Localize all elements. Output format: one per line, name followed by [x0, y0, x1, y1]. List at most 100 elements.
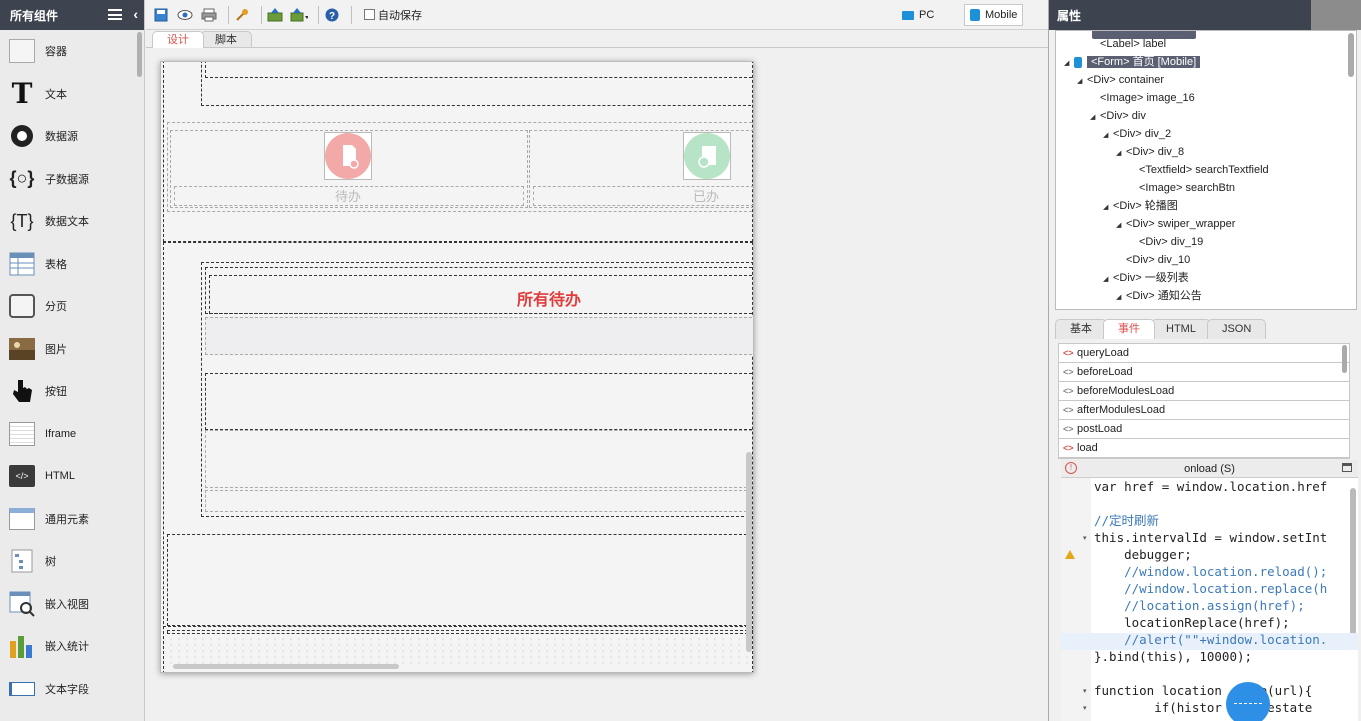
tree-node[interactable]: ◢ <Div> swiper_wrapper	[1056, 215, 1356, 233]
html-icon: </>	[8, 462, 36, 490]
fold-icon[interactable]: ▾	[1083, 687, 1087, 695]
palette-item-15[interactable]: 嵌入统计	[0, 625, 144, 668]
code-line: //window.location.reload();	[1094, 564, 1328, 579]
preview-eye-icon[interactable]	[176, 6, 194, 24]
tree-scrollbar[interactable]	[1348, 33, 1354, 77]
palette-item-1[interactable]: 容器	[0, 30, 144, 73]
bottom-bar-line	[167, 630, 753, 634]
event-row[interactable]: <> beforeModulesLoad	[1059, 382, 1349, 401]
editor-title: onload (S)	[1184, 462, 1235, 475]
tree-node[interactable]: ◢ <Div> div_8	[1056, 143, 1356, 161]
tree-node[interactable]: ◢ <Div> div	[1056, 107, 1356, 125]
pending-item-3[interactable]	[205, 490, 753, 512]
tree-node[interactable]: ◢ <Div> div_2	[1056, 125, 1356, 143]
event-row[interactable]: <> postLoad	[1059, 420, 1349, 439]
done-image[interactable]	[683, 132, 731, 180]
key-icon[interactable]	[233, 6, 251, 24]
checkbox-box[interactable]	[364, 9, 375, 20]
properties-header: 属性	[1049, 0, 1361, 30]
event-row[interactable]: <> afterModulesLoad	[1059, 401, 1349, 420]
script-editor-header: ! onload (S)	[1061, 460, 1358, 478]
bottom-bar-grid	[167, 636, 753, 666]
save-icon[interactable]	[152, 6, 170, 24]
palette-item-9[interactable]: 按钮	[0, 370, 144, 413]
mobile-mode-button[interactable]: Mobile	[964, 4, 1024, 26]
tree-node[interactable]: <Label> label	[1056, 35, 1356, 53]
pending-item-2[interactable]	[205, 430, 753, 488]
import-icon[interactable]	[266, 6, 284, 24]
code-line: //location.assign(href);	[1094, 598, 1305, 613]
footer-div[interactable]	[167, 534, 753, 626]
palette-item-10[interactable]: Iframe	[0, 413, 144, 456]
tree-node[interactable]: <Textfield> searchTextfield	[1056, 161, 1356, 179]
todo-image[interactable]	[324, 132, 372, 180]
palette-item-13[interactable]: 树	[0, 540, 144, 583]
floating-assistant-button[interactable]	[1226, 682, 1270, 721]
canvas-vertical-scrollbar[interactable]	[746, 452, 752, 652]
tab-prop-1[interactable]: 基本	[1055, 319, 1107, 339]
pending-item-1[interactable]	[205, 373, 753, 430]
done-icon	[684, 133, 730, 179]
tree-node-label: <Div> div_8	[1126, 146, 1185, 158]
script-editor[interactable]: var href = window.location.href //定时刷新 thi…	[1061, 478, 1358, 721]
svg-text:?: ?	[329, 11, 335, 22]
button-icon	[8, 377, 36, 405]
collapse-left-icon[interactable]: ‹	[133, 6, 138, 22]
palette-item-3[interactable]: 数据源	[0, 115, 144, 158]
palette-item-label: 数据文本	[45, 216, 89, 229]
fold-icon[interactable]: ▾	[1083, 534, 1087, 542]
tree-node[interactable]: <Image> searchBtn	[1056, 179, 1356, 197]
tab-design[interactable]: 设计	[152, 31, 204, 48]
tree-node[interactable]: <Div> div_10	[1056, 251, 1356, 269]
palette-item-2[interactable]: T 文本	[0, 73, 144, 116]
tab-prop-4[interactable]: JSON	[1206, 319, 1267, 339]
component-tree: <Label> label ◢ <Form> 首页 [Mobile] ◢ <Div> c…	[1055, 30, 1357, 310]
event-row[interactable]: <> beforeLoad	[1059, 363, 1349, 382]
event-row[interactable]: <> load	[1059, 439, 1349, 458]
export-dropdown-icon[interactable]	[290, 6, 308, 24]
palette-item-4[interactable]: {○} 子数据源	[0, 158, 144, 201]
palette-item-16[interactable]: 文本字段	[0, 668, 144, 711]
tab-prop-3[interactable]: HTML	[1151, 319, 1211, 339]
code-line: //定时刷新	[1094, 513, 1160, 528]
autosave-checkbox[interactable]: 自动保存	[364, 7, 422, 23]
menu-icon[interactable]	[108, 9, 122, 20]
tree-node[interactable]: ◢ <Div> container	[1056, 71, 1356, 89]
tab-prop-2[interactable]: 事件	[1103, 319, 1155, 339]
header-inner-div[interactable]	[205, 62, 753, 78]
event-row[interactable]: <> queryLoad	[1059, 344, 1349, 363]
tree-node[interactable]: ◢ <Form> 首页 [Mobile]	[1056, 53, 1356, 71]
tree-node[interactable]: ◢ <Div> 通知公告	[1056, 287, 1356, 305]
palette-item-7[interactable]: 分页	[0, 285, 144, 328]
tree-node[interactable]: <Image> image_16	[1056, 89, 1356, 107]
pending-tabs-div[interactable]	[205, 317, 753, 355]
help-icon[interactable]: ?	[323, 6, 341, 24]
canvas-horizontal-scrollbar[interactable]	[173, 664, 399, 669]
properties-panel: 属性 <Label> label ◢ <Form> 首页 [Mobile] ◢ <Div…	[1048, 0, 1361, 721]
pending-title-inner[interactable]	[209, 275, 753, 314]
event-list-scrollbar[interactable]	[1342, 345, 1347, 373]
tree-node[interactable]: ◢ <Div> 轮播图	[1056, 197, 1356, 215]
maximize-icon[interactable]	[1342, 463, 1352, 472]
palette-item-12[interactable]: 通用元素	[0, 498, 144, 541]
tree-node[interactable]: <Div> div_19	[1056, 233, 1356, 251]
tree-node-label: <Image> image_16	[1100, 92, 1195, 104]
editor-scrollbar[interactable]	[1350, 488, 1356, 638]
palette-item-14[interactable]: 嵌入视图	[0, 583, 144, 626]
tree-node[interactable]: ◢ <Div> 一级列表	[1056, 269, 1356, 287]
print-icon[interactable]	[200, 6, 218, 24]
palette-item-6[interactable]: 表格	[0, 243, 144, 286]
code-brackets-icon: <>	[1063, 367, 1074, 377]
palette-item-label: 树	[45, 556, 56, 569]
palette-item-5[interactable]: {T} 数据文本	[0, 200, 144, 243]
pc-mode-button[interactable]: PC	[896, 4, 940, 26]
tree-expand-icon[interactable]: ◢	[1116, 289, 1126, 307]
tab-script[interactable]: 脚本	[200, 31, 252, 48]
palette-item-8[interactable]: 图片	[0, 328, 144, 371]
palette-item-11[interactable]: </> HTML	[0, 455, 144, 498]
tree-node-label: <Div> swiper_wrapper	[1126, 218, 1236, 230]
palette-scrollbar[interactable]	[137, 32, 142, 77]
image-icon	[8, 335, 36, 363]
fold-icon[interactable]: ▾	[1083, 704, 1087, 712]
window-controls[interactable]	[1311, 0, 1361, 30]
